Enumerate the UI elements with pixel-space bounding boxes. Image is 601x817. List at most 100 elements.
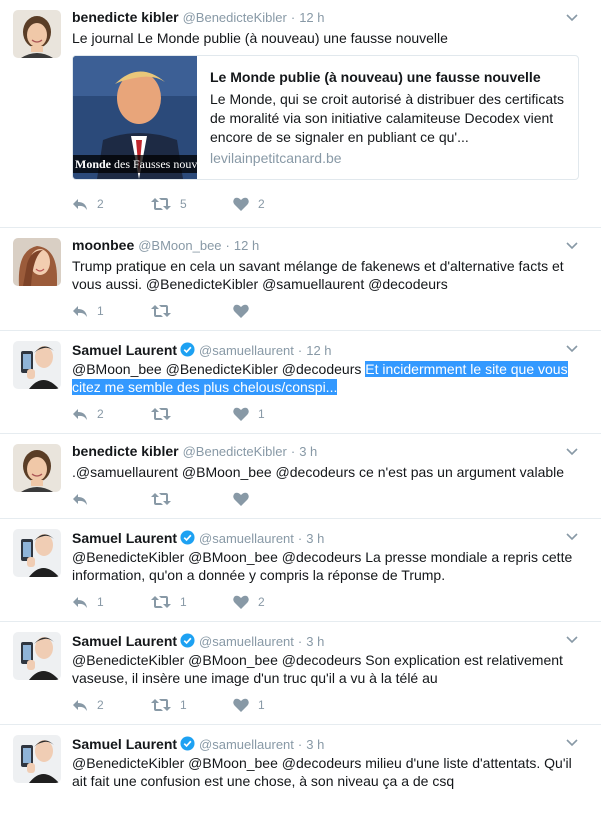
tweet-text: @BenedicteKibler @BMoon_bee @decodeurs m… [72,755,572,789]
like-count: 1 [258,407,265,421]
timestamp[interactable]: 3 h [306,634,324,649]
timestamp[interactable]: 12 h [299,10,324,25]
tweet[interactable]: Samuel Laurent @samuellaurent · 3 h @Ben… [0,519,601,622]
fullname[interactable]: Samuel Laurent [72,342,177,358]
timestamp[interactable]: 12 h [306,343,331,358]
timestamp[interactable]: 3 h [306,737,324,752]
woman-short-hair-avatar-icon [13,444,61,492]
tweet[interactable]: Samuel Laurent @samuellaurent · 3 h @Ben… [0,622,601,725]
avatar[interactable] [13,444,61,492]
card-title[interactable]: Le Monde publie (à nouveau) une fausse n… [210,68,566,86]
chevron-down-icon[interactable] [565,529,579,543]
like-button[interactable]: 1 [233,407,313,421]
retweet-button[interactable]: 1 [151,595,233,609]
man-phone-selfie-avatar-icon [13,341,61,389]
like-button[interactable]: 2 [233,197,313,211]
tweet[interactable]: Samuel Laurent @samuellaurent · 3 h @Ben… [0,725,601,790]
chevron-down-icon[interactable] [565,341,579,355]
verified-badge-icon [180,736,195,751]
man-phone-selfie-avatar-icon [13,529,61,577]
like-button[interactable]: 2 [233,595,313,609]
separator-dot: · [297,531,303,546]
chevron-down-icon[interactable] [565,238,579,252]
reply-count: 2 [97,197,104,211]
card-image-caption: Monde des Fausses nouve [73,155,197,173]
like-button[interactable]: 1 [233,698,313,712]
reply-icon [73,199,87,210]
reply-button[interactable]: 1 [72,595,151,609]
retweet-button[interactable]: 1 [151,698,233,712]
fullname[interactable]: Samuel Laurent [72,633,177,649]
reply-button[interactable]: 2 [72,698,151,712]
tweet[interactable]: benedicte kibler @BenedicteKibler · 12 h… [0,0,601,228]
avatar[interactable] [13,238,61,286]
chevron-down-icon[interactable] [565,632,579,646]
verified-badge-icon [180,342,195,357]
retweet-button[interactable] [151,407,233,421]
fullname[interactable]: benedicte kibler [72,443,179,459]
tweet-actions: 2 1 1 [72,695,589,715]
tweet-header: benedicte kibler @BenedicteKibler · 3 h [72,443,589,461]
tweet-actions: 2 1 [72,404,589,424]
timestamp[interactable]: 3 h [299,444,317,459]
username[interactable]: @samuellaurent [199,531,294,546]
tweet-actions [72,489,589,509]
username[interactable]: @BMoon_bee [138,238,221,253]
fullname[interactable]: Samuel Laurent [72,530,177,546]
tweet-actions: 2 5 2 [72,194,589,214]
like-button[interactable] [233,304,313,318]
tweet-actions: 1 1 2 [72,592,589,612]
link-card[interactable]: Monde des Fausses nouve Le Monde publie … [72,55,579,180]
card-image: Monde des Fausses nouve [73,56,197,179]
tweet-header: moonbee @BMoon_bee · 12 h [72,237,589,255]
chevron-down-icon[interactable] [565,735,579,749]
chevron-down-icon[interactable] [565,444,579,458]
avatar[interactable] [13,632,61,680]
like-count: 2 [258,595,265,609]
reply-icon [73,700,87,711]
tweet[interactable]: Samuel Laurent @samuellaurent · 12 h @BM… [0,331,601,434]
reply-button[interactable]: 2 [72,197,151,211]
username[interactable]: @BenedicteKibler [183,10,287,25]
fullname[interactable]: benedicte kibler [72,9,179,25]
verified-badge-icon [180,633,195,648]
woman-short-hair-avatar-icon [13,10,61,58]
heart-icon [233,595,249,609]
tweet[interactable]: benedicte kibler @BenedicteKibler · 3 h … [0,434,601,519]
chevron-down-icon[interactable] [565,10,579,24]
timeline: benedicte kibler @BenedicteKibler · 12 h… [0,0,601,817]
fullname[interactable]: Samuel Laurent [72,736,177,752]
avatar[interactable] [13,735,61,783]
retweet-button[interactable]: 5 [151,197,233,211]
tweet-header: Samuel Laurent @samuellaurent · 3 h [72,734,589,752]
username[interactable]: @BenedicteKibler [183,444,287,459]
reply-button[interactable]: 1 [72,304,151,318]
username[interactable]: @samuellaurent [199,737,294,752]
username[interactable]: @samuellaurent [199,634,294,649]
username[interactable]: @samuellaurent [199,343,294,358]
like-count: 2 [258,197,265,211]
retweet-button[interactable] [151,492,233,506]
reply-count: 2 [97,407,104,421]
avatar[interactable] [13,341,61,389]
retweet-button[interactable] [151,304,233,318]
caption-rest: des Fausses nouve [111,157,197,171]
tweet-text: .@samuellaurent @BMoon_bee @decodeurs ce… [72,464,565,480]
fullname[interactable]: moonbee [72,237,134,253]
separator-dot: · [297,343,303,358]
reply-count: 1 [97,595,104,609]
avatar[interactable] [13,529,61,577]
timestamp[interactable]: 3 h [306,531,324,546]
card-domain[interactable]: levilainpetitcanard.be [210,150,566,166]
tweet-text: Trump pratique en cela un savant mélange… [72,258,564,292]
avatar[interactable] [13,10,61,58]
timestamp[interactable]: 12 h [234,238,259,253]
caption-bold: Monde [75,157,111,171]
reply-button[interactable] [72,492,151,506]
card-description: Le Monde, qui se croit autorisé à distri… [210,91,565,145]
reply-button[interactable]: 2 [72,407,151,421]
separator-dot: · [225,238,230,253]
tweet[interactable]: moonbee @BMoon_bee · 12 h Trump pratique… [0,228,601,331]
retweet-icon [151,596,171,608]
like-button[interactable] [233,492,313,506]
